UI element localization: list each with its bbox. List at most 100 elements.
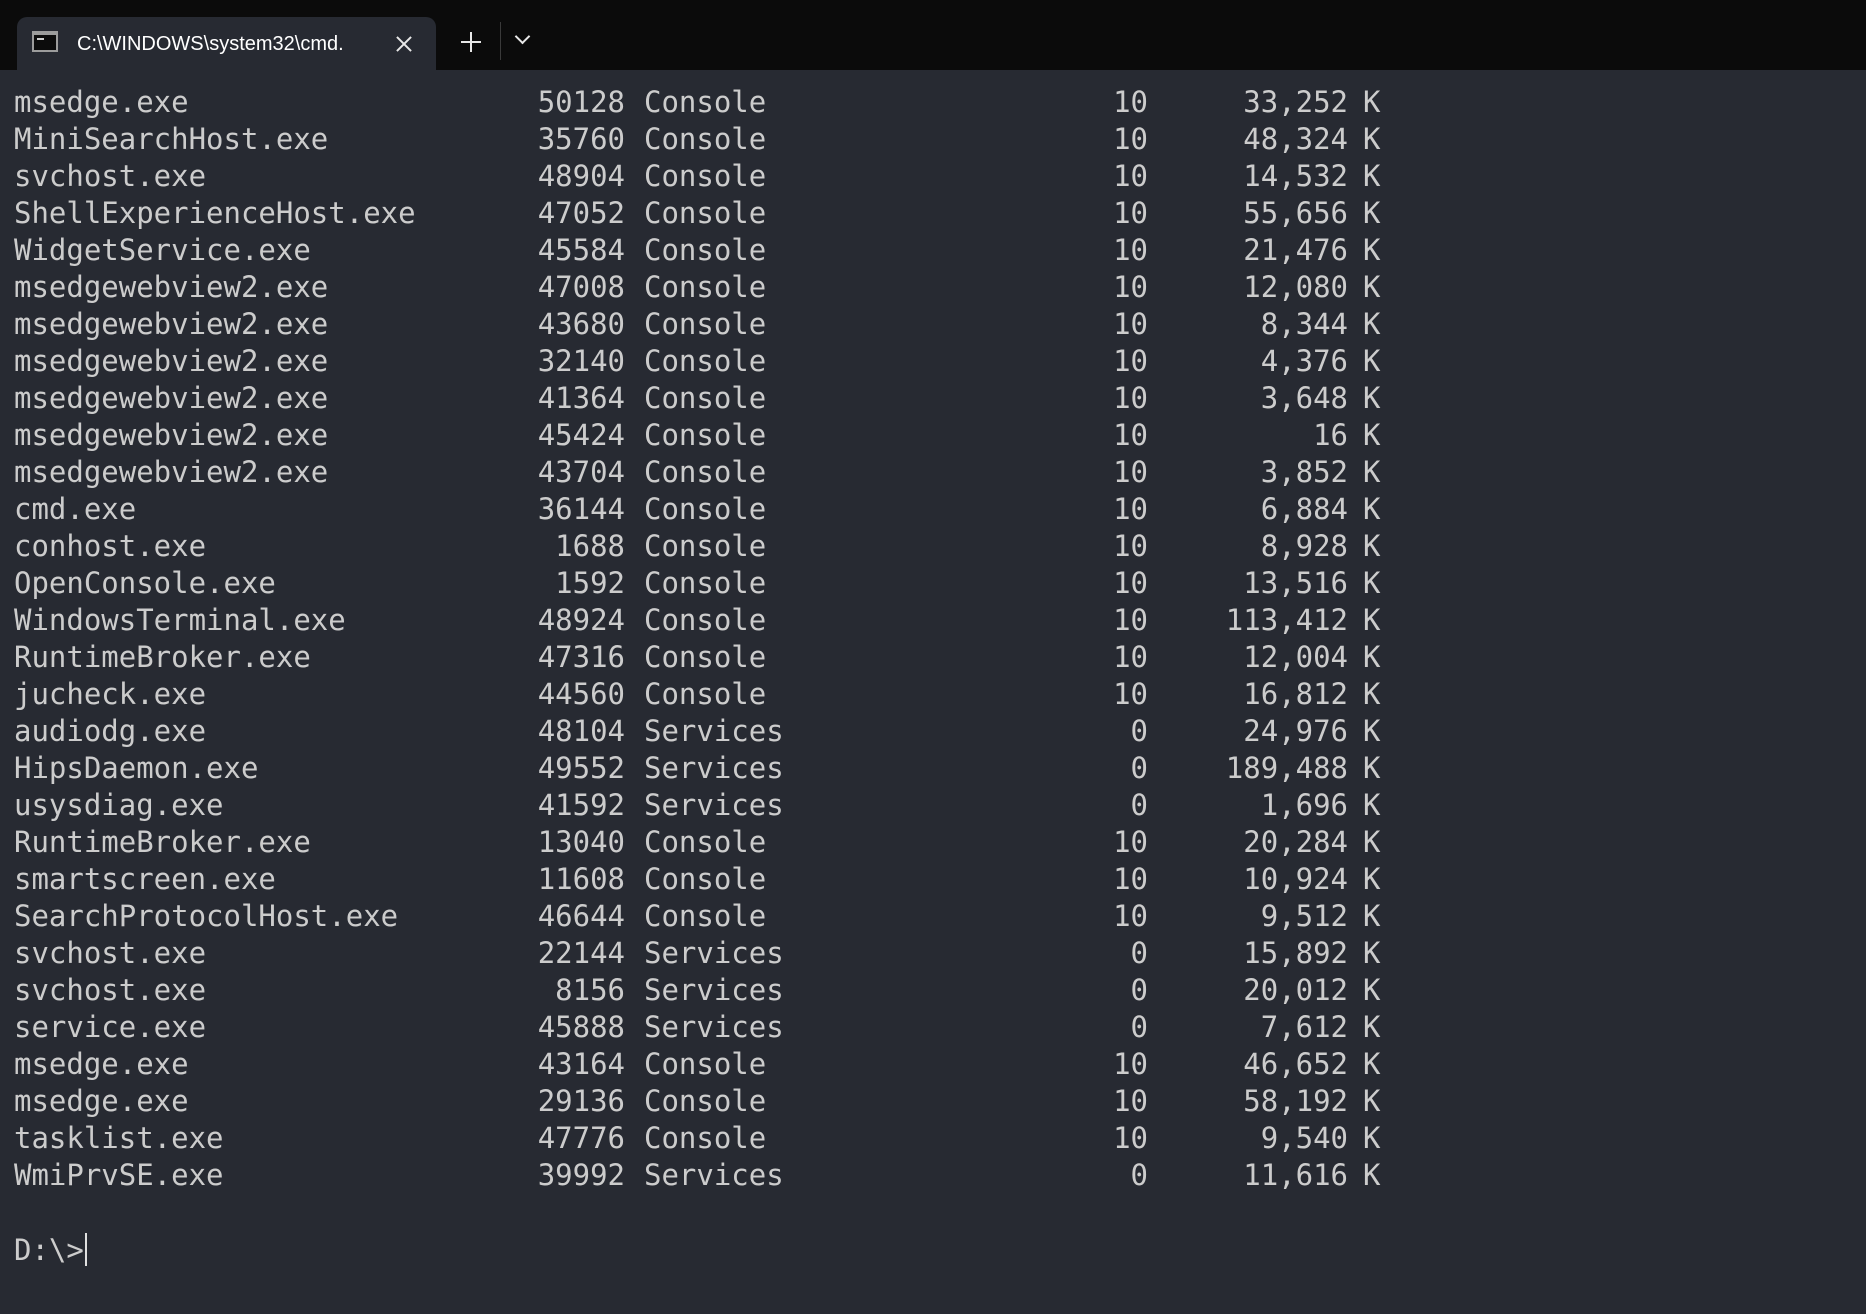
terminal-window: C:\WINDOWS\system32\cmd. msedge.exe 50128…: [0, 0, 1866, 1314]
memory-usage: 12,004: [1243, 640, 1348, 674]
memory-usage: 58,192: [1243, 1084, 1348, 1118]
memory-usage: 21,476: [1243, 233, 1348, 267]
memory-unit: K: [1363, 936, 1381, 970]
process-pid: 48904: [537, 159, 625, 193]
process-pid: 8156: [555, 973, 625, 1007]
memory-usage: 9,540: [1260, 1121, 1348, 1155]
process-pid: 36144: [537, 492, 625, 526]
session-number: 0: [1130, 1158, 1148, 1192]
session-name: Console: [644, 640, 767, 674]
text-cursor: [85, 1233, 87, 1266]
memory-usage: 1,696: [1260, 788, 1348, 822]
memory-unit: K: [1363, 1047, 1381, 1081]
process-pid: 50128: [537, 85, 625, 119]
memory-usage: 4,376: [1260, 344, 1348, 378]
session-name: Console: [644, 196, 767, 230]
memory-usage: 16,812: [1243, 677, 1348, 711]
plus-icon[interactable]: [457, 28, 485, 56]
session-name: Console: [644, 159, 767, 193]
memory-usage: 11,616: [1243, 1158, 1348, 1192]
close-icon[interactable]: [391, 31, 417, 57]
memory-unit: K: [1363, 714, 1381, 748]
memory-unit: K: [1363, 381, 1381, 415]
session-name: Console: [644, 233, 767, 267]
session-number: 10: [1113, 899, 1148, 933]
tab-cmd[interactable]: C:\WINDOWS\system32\cmd.: [17, 17, 436, 70]
memory-unit: K: [1363, 1010, 1381, 1044]
session-number: 0: [1130, 936, 1148, 970]
session-name: Services: [644, 1158, 784, 1192]
process-pid: 45424: [537, 418, 625, 452]
session-name: Services: [644, 788, 784, 822]
memory-unit: K: [1363, 1084, 1381, 1118]
session-name: Console: [644, 566, 767, 600]
process-pid: 1592: [555, 566, 625, 600]
process-pid: 32140: [537, 344, 625, 378]
process-pid: 13040: [537, 825, 625, 859]
memory-usage: 8,928: [1260, 529, 1348, 563]
session-name: Console: [644, 122, 767, 156]
tab-title: C:\WINDOWS\system32\cmd.: [77, 33, 344, 55]
memory-usage: 48,324: [1243, 122, 1348, 156]
console-output[interactable]: msedge.exe 50128 Console 10 33,252 K MiniSearc…: [0, 70, 1866, 1314]
process-pid: 29136: [537, 1084, 625, 1118]
process-pid: 41592: [537, 788, 625, 822]
memory-unit: K: [1363, 566, 1381, 600]
memory-unit: K: [1363, 973, 1381, 1007]
session-name: Console: [644, 1121, 767, 1155]
session-number: 10: [1113, 122, 1148, 156]
process-pid: 43704: [537, 455, 625, 489]
process-pid: 43680: [537, 307, 625, 341]
memory-usage: 33,252: [1243, 85, 1348, 119]
session-name: Console: [644, 862, 767, 896]
session-number: 10: [1113, 159, 1148, 193]
memory-unit: K: [1363, 344, 1381, 378]
session-number: 10: [1113, 307, 1148, 341]
session-name: Console: [644, 529, 767, 563]
session-name: Console: [644, 418, 767, 452]
memory-unit: K: [1363, 233, 1381, 267]
session-number: 10: [1113, 603, 1148, 637]
chevron-down-icon[interactable]: [511, 28, 535, 52]
memory-usage: 7,612: [1260, 1010, 1348, 1044]
memory-unit: K: [1363, 455, 1381, 489]
memory-unit: K: [1363, 196, 1381, 230]
process-pid: 11608: [537, 862, 625, 896]
memory-unit: K: [1363, 640, 1381, 674]
process-pid: 1688: [555, 529, 625, 563]
session-number: 10: [1113, 862, 1148, 896]
memory-unit: K: [1363, 85, 1381, 119]
session-name: Console: [644, 603, 767, 637]
memory-usage: 189,488: [1225, 751, 1348, 785]
session-number: 10: [1113, 455, 1148, 489]
session-name: Services: [644, 751, 784, 785]
session-number: 10: [1113, 270, 1148, 304]
session-name: Services: [644, 973, 784, 1007]
session-name: Console: [644, 825, 767, 859]
session-number: 0: [1130, 751, 1148, 785]
session-name: Console: [644, 455, 767, 489]
session-number: 10: [1113, 677, 1148, 711]
memory-usage: 3,648: [1260, 381, 1348, 415]
session-number: 10: [1113, 640, 1148, 674]
memory-unit: K: [1363, 1158, 1381, 1192]
process-pid: 45584: [537, 233, 625, 267]
memory-usage: 20,012: [1243, 973, 1348, 1007]
session-name: Console: [644, 85, 767, 119]
memory-usage: 24,976: [1243, 714, 1348, 748]
memory-usage: 14,532: [1243, 159, 1348, 193]
memory-unit: K: [1363, 862, 1381, 896]
process-pid: 39992: [537, 1158, 625, 1192]
process-pid: 48924: [537, 603, 625, 637]
memory-unit: K: [1363, 492, 1381, 526]
session-number: 10: [1113, 1084, 1148, 1118]
memory-unit: K: [1363, 1121, 1381, 1155]
memory-usage: 12,080: [1243, 270, 1348, 304]
memory-usage: 8,344: [1260, 307, 1348, 341]
command-prompt: D:\>: [14, 1233, 84, 1267]
terminal-icon: [32, 31, 58, 52]
memory-unit: K: [1363, 529, 1381, 563]
session-name: Console: [644, 492, 767, 526]
session-number: 0: [1130, 973, 1148, 1007]
process-pid: 35760: [537, 122, 625, 156]
